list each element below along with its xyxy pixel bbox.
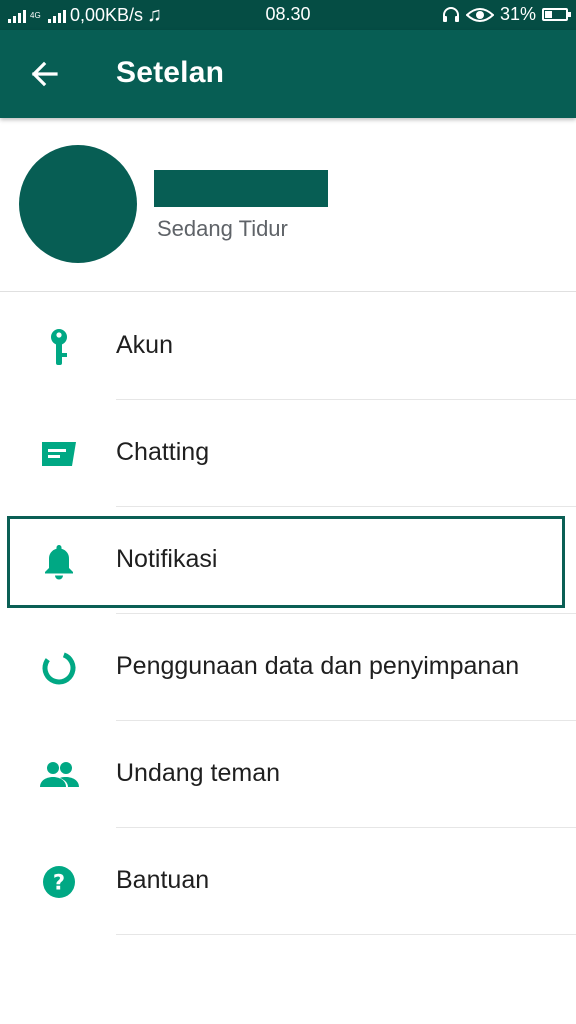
eye-icon <box>465 7 494 22</box>
avatar[interactable] <box>19 145 137 263</box>
profile-name-redacted <box>154 170 328 207</box>
menu-item-undang-teman[interactable]: Undang teman <box>0 721 576 828</box>
menu-item-label: Chatting <box>116 438 210 466</box>
people-icon <box>40 762 79 787</box>
battery-percent: 31% <box>499 4 536 24</box>
arrow-left-icon[interactable] <box>22 52 66 96</box>
page-title: Setelan <box>116 56 225 89</box>
menu-item-bantuan[interactable]: ? Bantuan <box>0 828 576 935</box>
menu-item-label: Akun <box>116 331 173 359</box>
chat-icon <box>42 442 76 466</box>
menu-item-notifikasi[interactable]: Notifikasi <box>0 507 576 614</box>
toolbar: Setelan <box>0 30 576 118</box>
menu-item-label: Undang teman <box>116 759 281 787</box>
key-icon <box>51 329 67 365</box>
help-icon: ? <box>43 866 75 898</box>
menu-item-label: Notifikasi <box>116 545 218 573</box>
data-usage-icon <box>42 651 76 685</box>
svg-text:?: ? <box>53 871 65 895</box>
bell-icon <box>45 545 73 580</box>
profile-header[interactable]: Sedang Tidur <box>0 118 576 292</box>
menu-item-akun[interactable]: Akun <box>0 293 576 400</box>
menu-item-label: Penggunaan data dan penyimpanan <box>116 652 520 680</box>
status-bar: 4G 0,00KB/s ♫ 08.30 31% <box>0 0 576 30</box>
profile-status: Sedang Tidur <box>157 216 288 241</box>
menu-item-chatting[interactable]: Chatting <box>0 400 576 507</box>
battery-icon <box>542 8 571 21</box>
menu-item-label: Bantuan <box>116 866 210 894</box>
divider <box>116 934 576 935</box>
status-right: 31% <box>442 4 571 25</box>
headset-icon <box>442 6 459 22</box>
menu-item-data-storage[interactable]: Penggunaan data dan penyimpanan <box>0 614 576 721</box>
settings-menu: Akun Chatting Notifikasi Penggunaan data… <box>0 293 576 935</box>
